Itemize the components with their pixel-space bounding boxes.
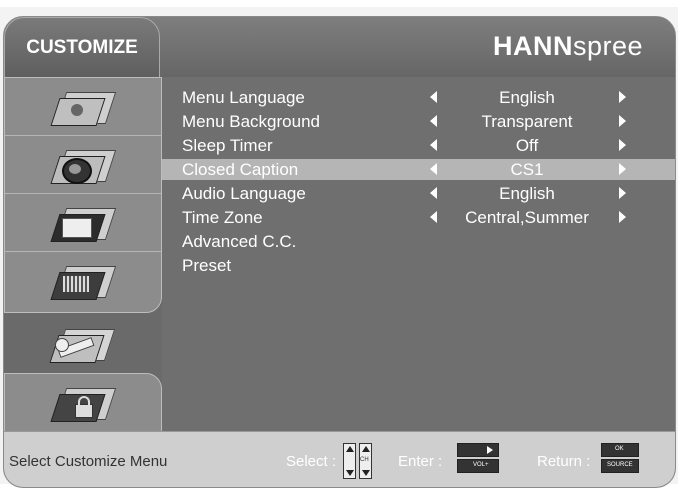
ok-source-key-icon: OK SOURCE <box>601 443 639 479</box>
menu-row-preset[interactable]: Preset <box>162 255 675 276</box>
sidebar-item-lock[interactable] <box>5 374 161 432</box>
menu-row-label: Preset <box>182 256 232 275</box>
sidebar <box>4 77 162 433</box>
menu-row-label: Menu Language <box>182 88 305 107</box>
menu-row-sleep-timer[interactable]: Sleep Timer Off <box>162 135 675 156</box>
sidebar-item-film[interactable] <box>5 252 161 310</box>
sidebar-group-bottom <box>4 373 162 433</box>
film-icon <box>50 262 117 300</box>
header: CUSTOMIZE HANNspree <box>4 17 675 79</box>
wrench-icon <box>49 325 116 363</box>
screen-frame: CUSTOMIZE HANNspree Menu Language Englis… <box>0 7 678 488</box>
footer-hint: Select Customize Menu <box>9 453 168 470</box>
menu-row-label: Advanced C.C. <box>182 232 297 251</box>
menu-row-audio-language[interactable]: Audio Language English <box>162 183 675 204</box>
left-arrow-icon[interactable] <box>430 91 437 103</box>
vol-label: VOL+ <box>473 462 489 468</box>
return-label: Return : <box>537 453 591 470</box>
menu-row-label: Sleep Timer <box>182 136 273 155</box>
speaker-icon <box>50 146 117 184</box>
right-arrow-icon[interactable] <box>619 163 626 175</box>
menu-list: Menu Language English Menu Background Tr… <box>162 77 675 431</box>
menu-row-value: Transparent <box>481 112 573 131</box>
menu-row-value: Off <box>515 136 539 155</box>
sidebar-item-picture[interactable] <box>5 78 161 136</box>
osd-panel: CUSTOMIZE HANNspree Menu Language Englis… <box>3 16 676 488</box>
lock-icon <box>50 384 117 422</box>
page-title: CUSTOMIZE <box>4 17 160 79</box>
menu-row-value: English <box>499 184 555 203</box>
sidebar-item-display[interactable] <box>5 194 161 252</box>
menu-row-value: English <box>499 88 555 107</box>
menu-row-value: Central,Summer <box>465 208 589 227</box>
right-arrow-icon[interactable] <box>619 211 626 223</box>
brand-bold: HANN <box>492 31 573 61</box>
brand-logo: HANNspree <box>493 31 643 62</box>
footer-bar: Select Customize Menu Select : CH Enter … <box>4 431 675 487</box>
select-label: Select : <box>286 453 337 470</box>
left-arrow-icon[interactable] <box>430 187 437 199</box>
brand-light: spree <box>572 31 643 61</box>
ch-key-icon: CH <box>343 443 373 479</box>
left-arrow-icon[interactable] <box>430 139 437 151</box>
menu-row-advanced-cc[interactable]: Advanced C.C. <box>162 231 675 252</box>
picture-icon <box>50 204 117 242</box>
enter-label: Enter : <box>398 453 443 470</box>
menu-row-label: Audio Language <box>182 184 306 203</box>
left-arrow-icon[interactable] <box>430 115 437 127</box>
menu-row-label: Time Zone <box>182 208 263 227</box>
vol-key-icon: VOL+ <box>457 443 499 479</box>
ch-label: CH <box>360 457 369 463</box>
right-arrow-icon[interactable] <box>619 139 626 151</box>
menu-row-time-zone[interactable]: Time Zone Central,Summer <box>162 207 675 228</box>
sidebar-item-audio[interactable] <box>5 136 161 194</box>
right-arrow-icon[interactable] <box>619 91 626 103</box>
sidebar-item-customize[interactable] <box>4 315 160 373</box>
source-label: SOURCE <box>607 462 633 468</box>
menu-row-menu-background[interactable]: Menu Background Transparent <box>162 111 675 132</box>
ok-label: OK <box>615 446 624 452</box>
menu-row-label: Menu Background <box>182 112 320 131</box>
left-arrow-icon[interactable] <box>430 163 437 175</box>
left-arrow-icon[interactable] <box>430 211 437 223</box>
menu-row-menu-language[interactable]: Menu Language English <box>162 87 675 108</box>
right-arrow-icon[interactable] <box>619 187 626 199</box>
sidebar-group-top <box>4 77 162 313</box>
menu-row-value: CS1 <box>510 160 544 179</box>
person-icon <box>50 88 117 126</box>
menu-row-closed-caption[interactable]: Closed Caption CS1 <box>162 159 675 180</box>
right-arrow-icon[interactable] <box>619 115 626 127</box>
menu-row-label: Closed Caption <box>182 160 299 179</box>
